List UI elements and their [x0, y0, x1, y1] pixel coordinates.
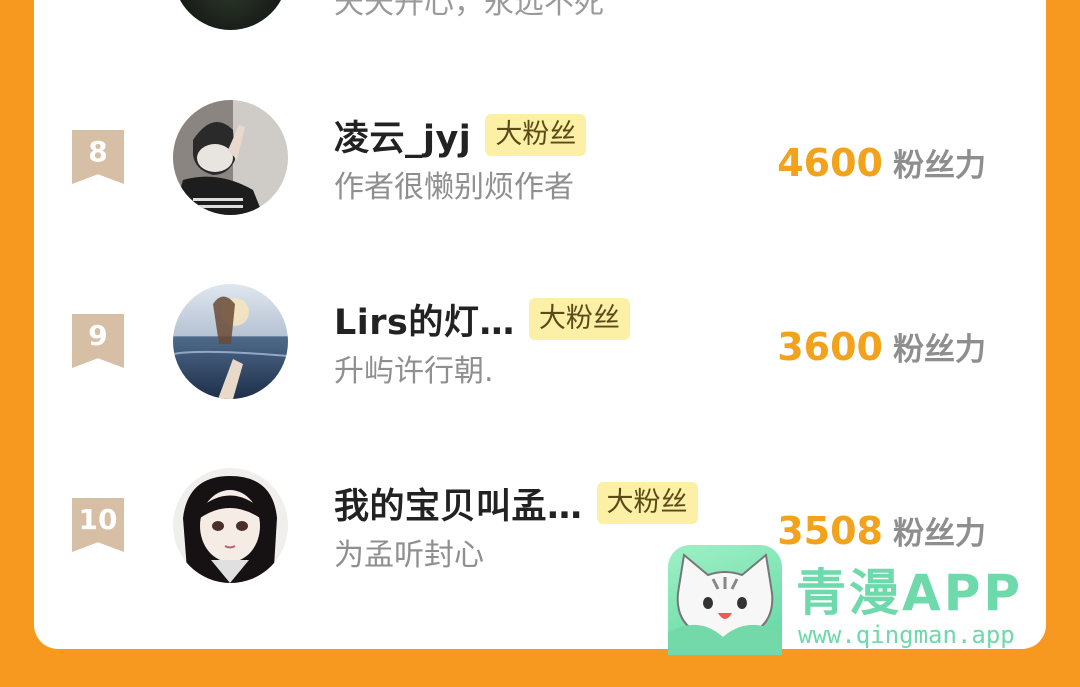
fan-power-unit: 粉丝力 — [893, 332, 986, 368]
name-line: Lirs的灯… 大粉丝 — [334, 294, 630, 345]
fan-level-badge: 大粉丝 — [485, 114, 587, 156]
rank-badge: 8 — [72, 130, 124, 184]
fan-power: 3600 粉丝力 — [777, 324, 986, 369]
fan-level-badge: 大粉丝 — [596, 482, 698, 524]
user-signature: 为孟听封心 — [334, 538, 484, 573]
cat-logo-icon — [668, 545, 782, 655]
user-nickname[interactable]: 凌云_jyj — [334, 110, 471, 161]
rank-badge: 10 — [72, 498, 124, 552]
watermark-url: www.qingman.app — [798, 621, 1015, 649]
avatar[interactable] — [173, 284, 288, 399]
fan-level-badge: 大粉丝 — [528, 298, 630, 340]
user-signature: 升屿许行朝. — [334, 354, 494, 389]
user-nickname[interactable]: Lirs的灯… — [334, 294, 515, 345]
fan-power-value: 3600 — [777, 325, 883, 369]
name-line: 凌云_jyj 大粉丝 — [334, 110, 587, 161]
user-nickname[interactable]: 我的宝贝叫孟… — [334, 478, 583, 529]
fan-power-value: 4600 — [777, 141, 883, 185]
name-line: 我的宝贝叫孟… 大粉丝 — [334, 478, 698, 529]
user-signature: 作者很懒别烦作者 — [334, 170, 574, 205]
fan-power: 4600 粉丝力 — [777, 140, 986, 185]
avatar[interactable] — [173, 0, 288, 30]
avatar[interactable] — [173, 100, 288, 215]
fan-power-unit: 粉丝力 — [893, 148, 986, 184]
ranking-row[interactable]: 9 Lirs的灯… 大粉丝 升屿许行朝. 3600 粉丝力 — [34, 284, 1046, 414]
rank-badge: 9 — [72, 314, 124, 368]
ranking-row[interactable]: 8 凌云_jyj 大粉丝 作者很懒别烦作者 4600 粉丝力 — [34, 100, 1046, 230]
ranking-row-partial[interactable]: 天天开心，永远不死 — [34, 0, 1046, 30]
app-watermark: 青漫APP www.qingman.app — [668, 545, 1048, 660]
watermark-title: 青漫APP — [796, 564, 1023, 622]
user-signature: 天天开心，永远不死 — [334, 0, 604, 21]
avatar[interactable] — [173, 468, 288, 583]
